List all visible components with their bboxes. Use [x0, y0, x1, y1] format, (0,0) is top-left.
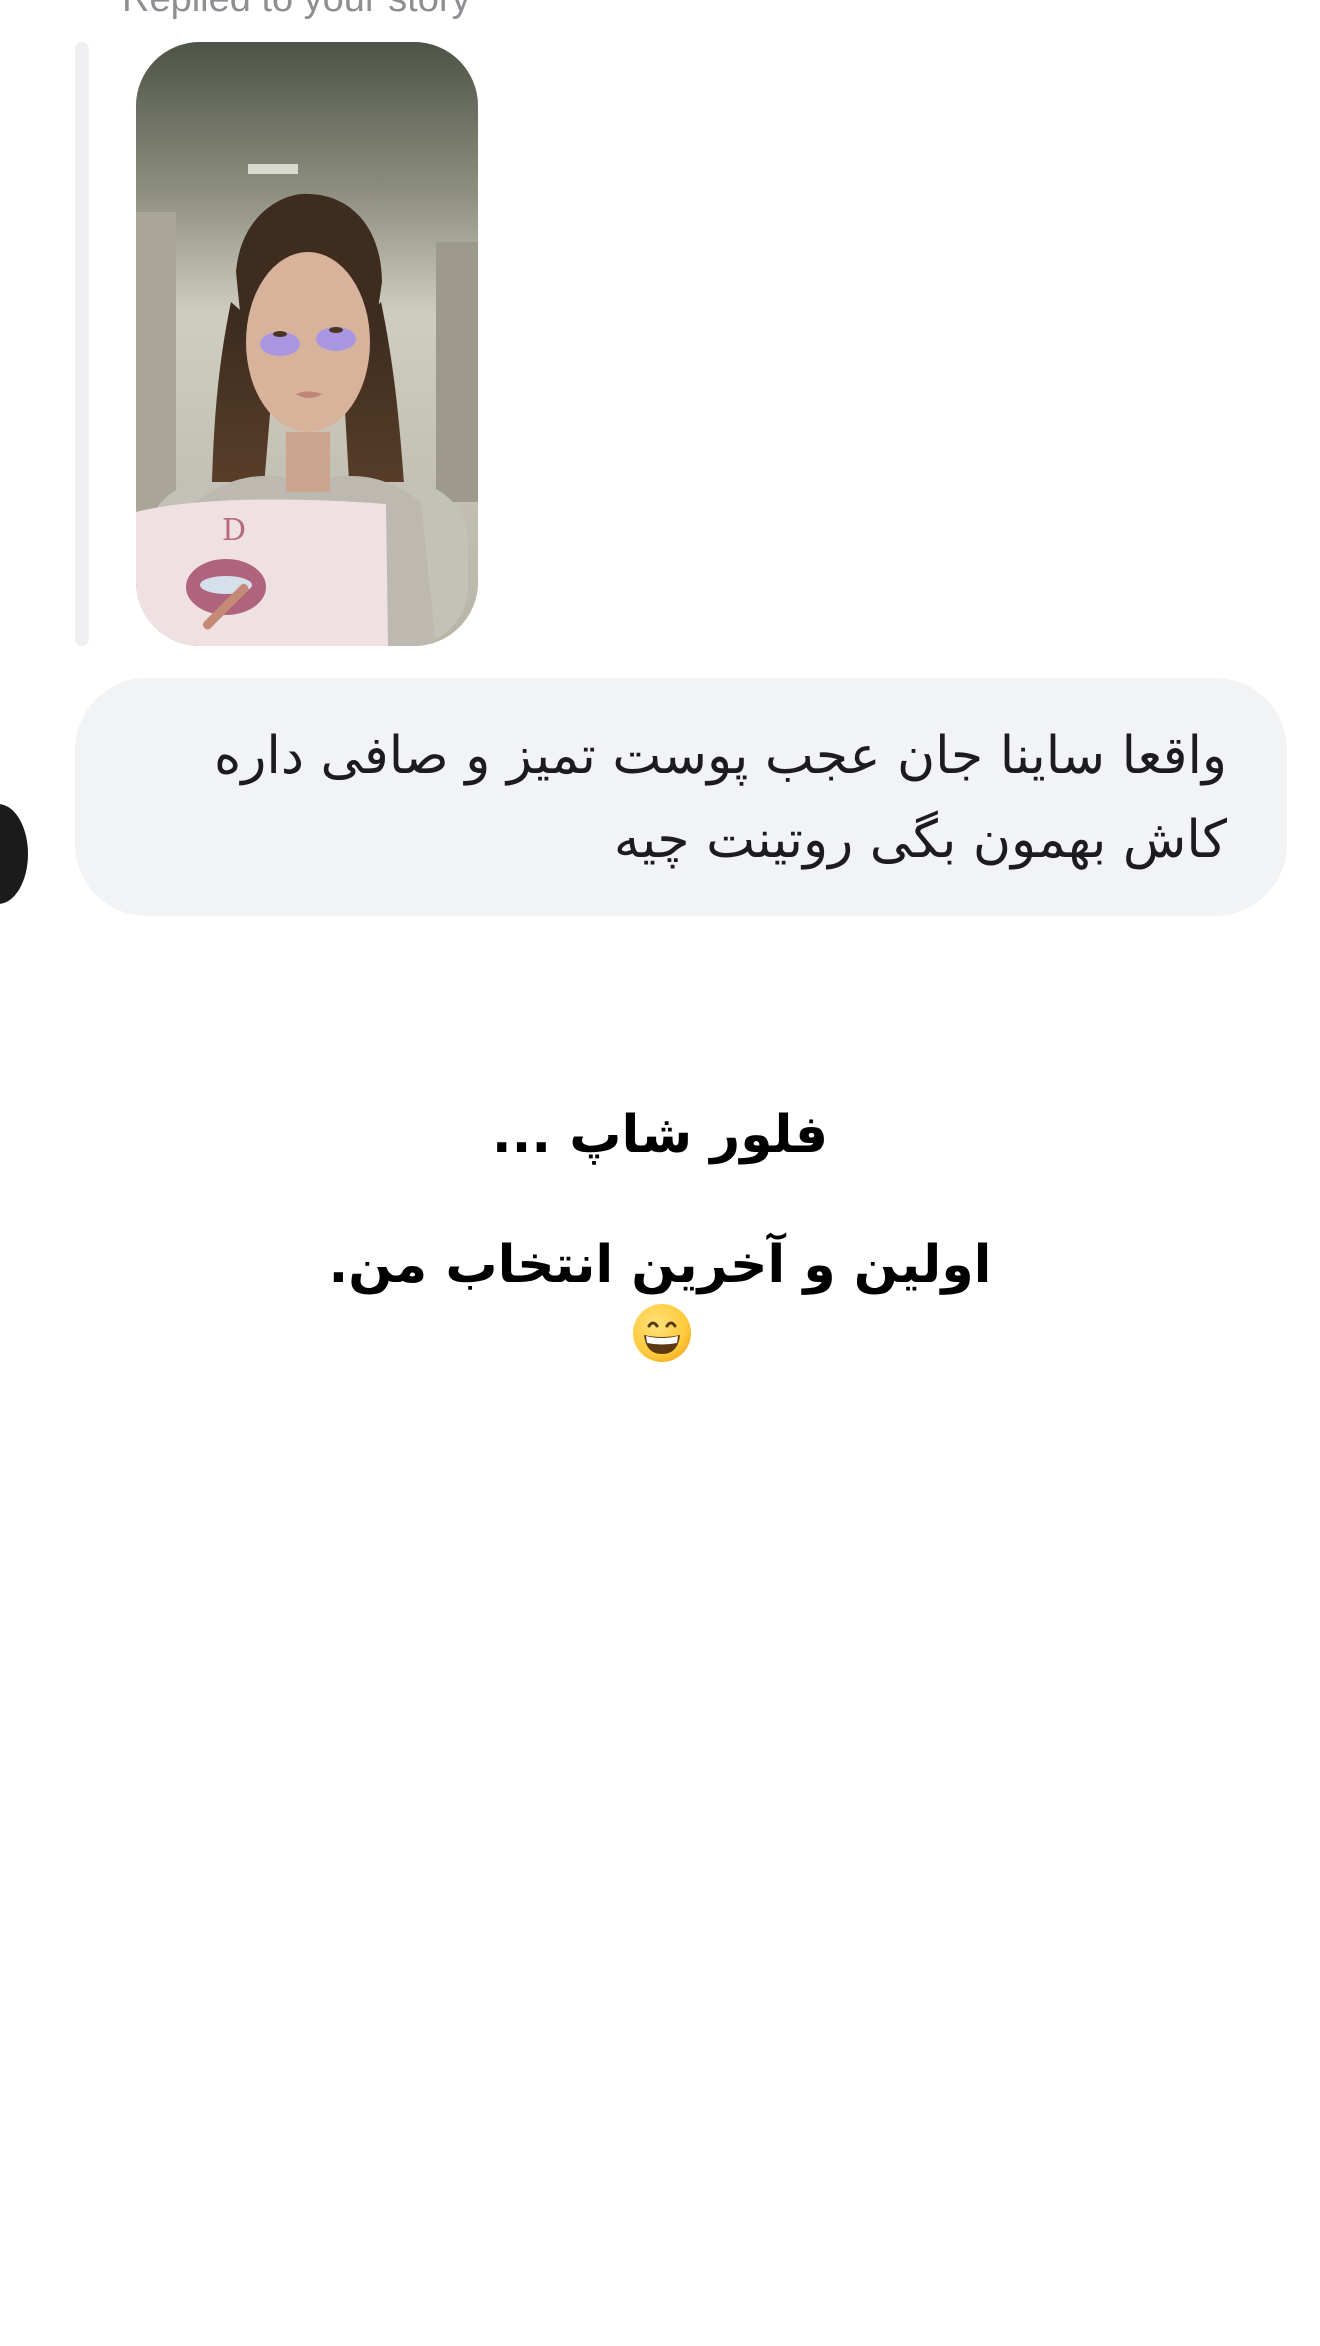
story-reply-indicator-bar — [75, 42, 89, 646]
sender-avatar[interactable] — [0, 804, 28, 904]
svg-text:D: D — [222, 513, 246, 548]
replied-to-story-label: Replied to your story — [122, 0, 471, 21]
chat-screen: Replied to your story — [0, 0, 1320, 2346]
overlay-line-2: اولین و آخرین انتخاب من. — [328, 1235, 992, 1295]
overlay-line-1: فلور شاپ ... — [491, 1105, 829, 1165]
message-line-2: کاش بهمون بگی روتینت چیه — [613, 810, 1227, 870]
story-thumbnail-image: D — [136, 42, 478, 646]
message-bubble[interactable]: واقعا ساینا جان عجب پوست تمیز و صافی دار… — [75, 678, 1287, 916]
overlay-caption: فلور شاپ ... اولین و آخرین انتخاب من. — [0, 1090, 1320, 1310]
message-line-1: واقعا ساینا جان عجب پوست تمیز و صافی دار… — [214, 726, 1227, 786]
grinning-face-icon — [631, 1302, 693, 1364]
story-thumbnail[interactable]: D — [136, 42, 478, 646]
